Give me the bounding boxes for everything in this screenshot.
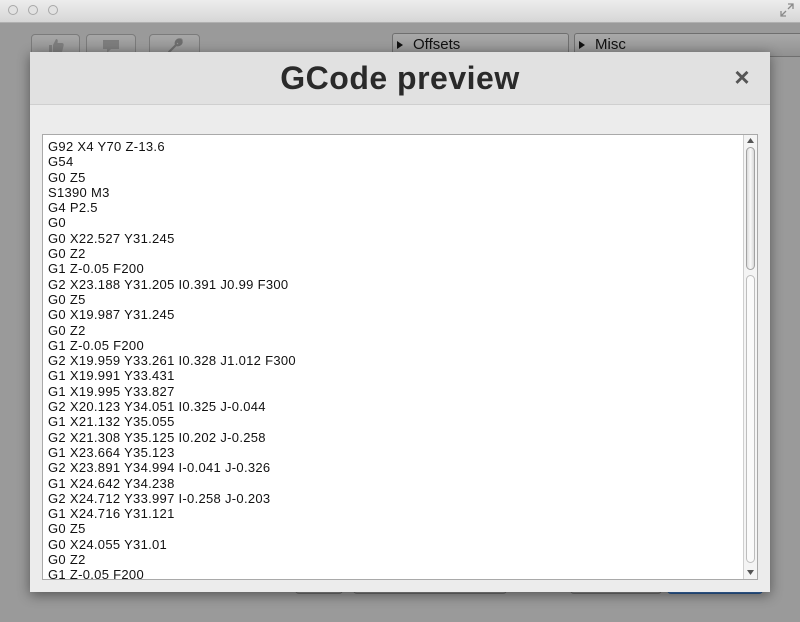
- panel-tab-label: Offsets: [413, 36, 461, 53]
- gcode-line: G1 X19.991 Y33.431: [48, 368, 175, 384]
- gcode-preview-dialog: GCode preview × G92 X4 Y70 Z-13.6 G54 G0 Z…: [30, 52, 770, 592]
- gcode-line: S1390 M3: [48, 184, 110, 200]
- gcode-line: G2 X23.891 Y34.994 I-0.041 J-0.326: [48, 460, 271, 476]
- gcode-line: G0 Z2: [48, 552, 86, 568]
- gcode-line: G0 Z5: [48, 521, 86, 537]
- gcode-line: G1 X24.716 Y31.121: [48, 506, 175, 522]
- gcode-line: G0 Z2: [48, 322, 86, 338]
- panel-tab-label: Misc: [595, 36, 626, 53]
- gcode-line: G0: [48, 215, 66, 231]
- gcode-line: G1 Z-0.05 F200: [48, 261, 144, 277]
- vertical-scrollbar[interactable]: [743, 135, 757, 579]
- scrollbar-track[interactable]: [746, 275, 755, 563]
- gcode-line: G0 Z2: [48, 246, 86, 262]
- disclosure-triangle-icon: [579, 41, 585, 49]
- gcode-line: G2 X21.308 Y35.125 I0.202 J-0.258: [48, 429, 266, 445]
- gcode-line: G2 X19.959 Y33.261 I0.328 J1.012 F300: [48, 353, 296, 369]
- gcode-line: G2 X24.712 Y33.997 I-0.258 J-0.203: [48, 490, 271, 506]
- gcode-line: G1 X21.132 Y35.055: [48, 414, 175, 430]
- close-icon[interactable]: ×: [730, 64, 754, 90]
- scrollbar-thumb[interactable]: [746, 147, 755, 270]
- gcode-line: G54: [48, 154, 74, 170]
- gcode-line: G92 X4 Y70 Z-13.6: [48, 139, 165, 154]
- gcode-lines: G92 X4 Y70 Z-13.6 G54 G0 Z5 S1390 M3 G4 P2.5…: [48, 139, 296, 580]
- scroll-down-arrow-icon[interactable]: [745, 567, 756, 577]
- gcode-line: G1 X24.642 Y34.238: [48, 475, 175, 491]
- gcode-line: G1 Z-0.05 F200: [48, 567, 144, 580]
- gcode-text-area[interactable]: G92 X4 Y70 Z-13.6 G54 G0 Z5 S1390 M3 G4 P2.5…: [42, 134, 758, 580]
- gcode-line: G4 P2.5: [48, 200, 98, 216]
- gcode-line: G2 X20.123 Y34.051 I0.325 J-0.044: [48, 399, 266, 415]
- window-minimize-button[interactable]: [28, 5, 38, 15]
- gcode-line: G1 X23.664 Y35.123: [48, 444, 175, 460]
- gcode-line: G0 Z5: [48, 291, 86, 307]
- fullscreen-icon[interactable]: [780, 3, 794, 17]
- gcode-line: G1 X19.995 Y33.827: [48, 383, 175, 399]
- window-zoom-button[interactable]: [48, 5, 58, 15]
- gcode-line: G0 X24.055 Y31.01: [48, 536, 168, 552]
- gcode-line: G0 X19.987 Y31.245: [48, 307, 175, 323]
- gcode-line: G1 Z-0.05 F200: [48, 337, 144, 353]
- gcode-line: G2 X23.188 Y31.205 I0.391 J0.99 F300: [48, 276, 289, 292]
- gcode-line: G0 Z5: [48, 169, 86, 185]
- gcode-line: G0 X22.527 Y31.245: [48, 230, 175, 246]
- dialog-title: GCode preview: [280, 60, 520, 96]
- scroll-up-arrow-icon[interactable]: [745, 136, 756, 146]
- window-titlebar: [0, 0, 800, 23]
- disclosure-triangle-icon: [397, 41, 403, 49]
- window-close-button[interactable]: [8, 5, 18, 15]
- dialog-header: GCode preview ×: [30, 52, 770, 105]
